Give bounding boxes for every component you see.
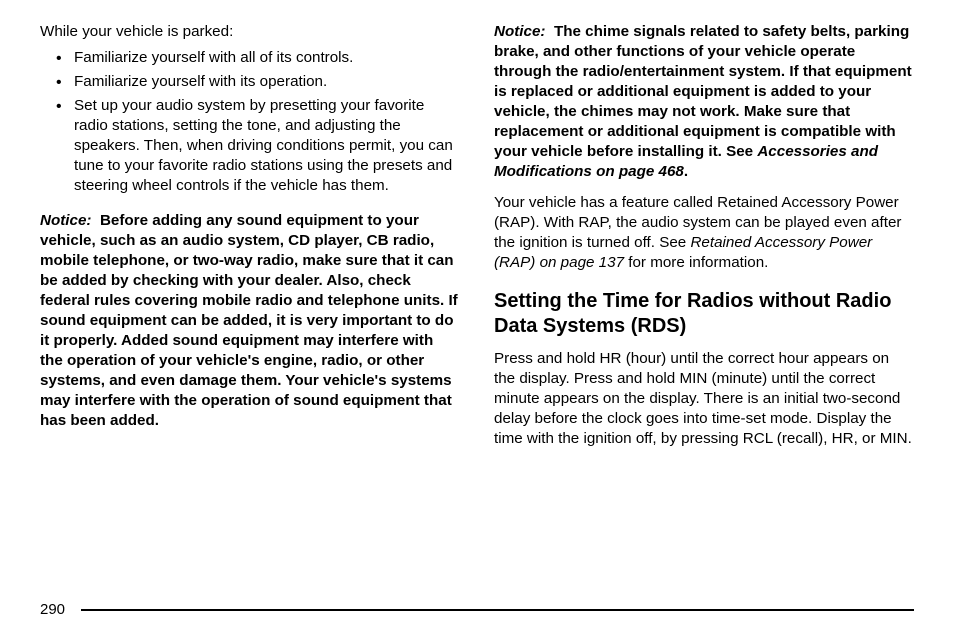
columns: While your vehicle is parked: Familiariz… [40, 22, 914, 591]
notice-body-part-b: . [684, 163, 688, 180]
list-item: Familiarize yourself with all of its con… [40, 48, 460, 68]
page-number: 290 [40, 601, 65, 618]
notice-body: Before adding any sound equipment to you… [40, 212, 458, 430]
section-heading: Setting the Time for Radios without Radi… [494, 289, 914, 339]
list-item: Set up your audio system by presetting y… [40, 96, 460, 196]
right-column: Notice: The chime signals related to saf… [494, 22, 914, 591]
rap-text-b: for more information. [624, 254, 768, 271]
list-item: Familiarize yourself with its operation. [40, 72, 460, 92]
page-footer: 290 [40, 601, 914, 618]
notice-label: Notice: [40, 212, 91, 229]
intro-text: While your vehicle is parked: [40, 22, 460, 42]
setting-time-body: Press and hold HR (hour) until the corre… [494, 349, 914, 449]
notice-body-part-a: The chime signals related to safety belt… [494, 23, 912, 160]
left-column: While your vehicle is parked: Familiariz… [40, 22, 460, 591]
notice-block: Notice: Before adding any sound equipmen… [40, 211, 460, 432]
rap-paragraph: Your vehicle has a feature called Retain… [494, 193, 914, 273]
notice-label: Notice: [494, 23, 545, 40]
manual-page: While your vehicle is parked: Familiariz… [0, 0, 954, 636]
notice-block: Notice: The chime signals related to saf… [494, 22, 914, 183]
footer-rule [81, 609, 914, 611]
bullet-list: Familiarize yourself with all of its con… [40, 48, 460, 196]
